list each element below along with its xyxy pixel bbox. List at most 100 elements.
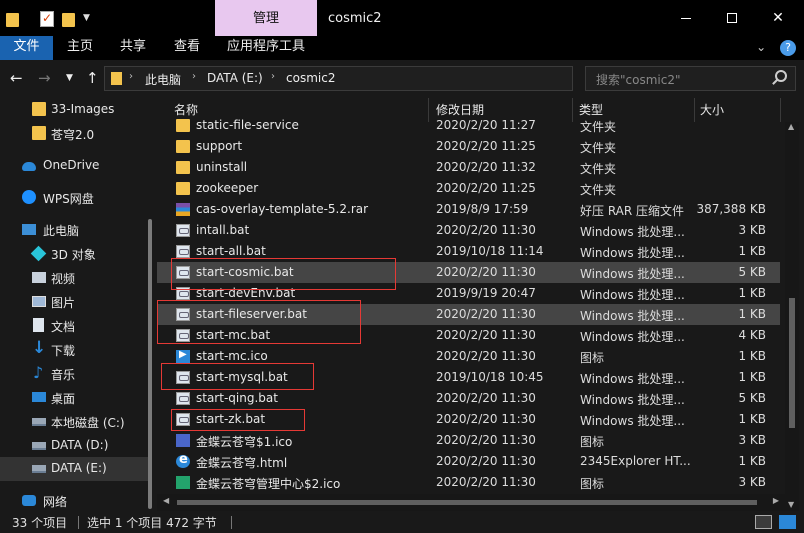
file-row[interactable]: start-mc.ico 2020/2/20 11:30 图标 1 KB: [157, 346, 780, 367]
file-date: 2020/2/20 11:27: [436, 118, 536, 132]
batch-file-icon: [176, 266, 190, 279]
file-row[interactable]: start-mysql.bat 2019/10/18 10:45 Windows 批…: [157, 367, 780, 388]
file-row[interactable]: 金蝶云苍穹管理中心$2.ico 2020/2/20 11:30 图标 3 KB: [157, 472, 780, 493]
sidebar-item-drive-c[interactable]: 本地磁盘 (C:): [0, 410, 148, 434]
file-row[interactable]: 金蝶云苍穹.html 2020/2/20 11:30 2345Explorer HT…: [157, 451, 780, 472]
file-name: start-fileserver.bat: [196, 307, 307, 321]
file-row[interactable]: support 2020/2/20 11:25 文件夹: [157, 136, 780, 157]
sidebar-item-33-images[interactable]: 33-Images: [0, 98, 148, 122]
properties-icon[interactable]: [40, 11, 54, 27]
sidebar-item-videos[interactable]: 视频: [0, 266, 148, 290]
file-row[interactable]: start-cosmic.bat 2020/2/20 11:30 Windows 批…: [157, 262, 780, 283]
forward-button[interactable]: →: [38, 69, 51, 87]
sidebar-item-desktop[interactable]: 桌面: [0, 386, 148, 410]
sidebar-item-pictures[interactable]: 图片: [0, 290, 148, 314]
details-view-icon[interactable]: [755, 515, 772, 529]
search-box[interactable]: 搜索"cosmic2": [585, 66, 796, 91]
ribbon-tabs: 文件 主页 共享 查看 应用程序工具 ⌄ ?: [0, 36, 804, 60]
sidebar-item-label: 33-Images: [51, 102, 115, 116]
file-row[interactable]: start-fileserver.bat 2020/2/20 11:30 Windo…: [157, 304, 780, 325]
file-name: static-file-service: [196, 118, 299, 132]
file-list: ^ 名称 修改日期 类型 大小 static-file-service 2020/…: [157, 98, 804, 511]
scroll-right-icon[interactable]: ▶: [773, 496, 779, 505]
file-row[interactable]: intall.bat 2020/2/20 11:30 Windows 批处理... 3…: [157, 220, 780, 241]
search-input[interactable]: 搜索"cosmic2": [596, 71, 681, 88]
sidebar-item-network[interactable]: 网络: [0, 489, 148, 513]
file-date: 2020/2/20 11:30: [436, 223, 536, 237]
folder-icon: [111, 72, 122, 85]
drive-icon: [32, 442, 46, 450]
new-folder-icon[interactable]: [62, 11, 76, 27]
file-row[interactable]: zookeeper 2020/2/20 11:25 文件夹: [157, 178, 780, 199]
sidebar-item-downloads[interactable]: 下载: [0, 338, 148, 362]
sidebar-item-onedrive[interactable]: OneDrive: [0, 154, 148, 178]
sidebar-item-music[interactable]: 音乐: [0, 362, 148, 386]
file-size: 1 KB: [738, 244, 766, 258]
file-type: 文件夹: [580, 183, 617, 197]
tab-share[interactable]: 共享: [108, 36, 158, 60]
file-row[interactable]: start-qing.bat 2020/2/20 11:30 Windows 批处理…: [157, 388, 780, 409]
breadcrumb-data-e[interactable]: DATA (E:): [207, 71, 263, 85]
scroll-up-icon[interactable]: ▲: [788, 122, 794, 131]
help-icon[interactable]: ?: [780, 40, 796, 56]
file-row[interactable]: start-mc.bat 2020/2/20 11:30 Windows 批处理..…: [157, 325, 780, 346]
tab-application-tools[interactable]: 应用程序工具: [215, 36, 317, 60]
back-button[interactable]: ←: [10, 69, 23, 87]
sidebar-item-drive-e[interactable]: DATA (E:): [0, 457, 148, 481]
file-size: 3 KB: [738, 223, 766, 237]
address-bar[interactable]: › 此电脑 › DATA (E:) › cosmic2 ⌄ ↻: [104, 66, 668, 91]
file-row[interactable]: static-file-service 2020/2/20 11:27 文件夹: [157, 115, 780, 136]
scrollbar-thumb[interactable]: [177, 500, 757, 505]
minimize-button[interactable]: [663, 5, 709, 31]
file-type: Windows 批处理...: [580, 225, 685, 239]
breadcrumb-chevron-icon[interactable]: ›: [192, 71, 196, 82]
file-row[interactable]: cas-overlay-template-5.2.rar 2019/8/9 17:…: [157, 199, 780, 220]
sidebar-item-label: DATA (D:): [51, 438, 109, 452]
tab-home[interactable]: 主页: [56, 36, 104, 60]
column-divider[interactable]: [780, 98, 781, 122]
breadcrumb-cosmic2[interactable]: cosmic2: [286, 71, 335, 85]
search-icon[interactable]: [775, 70, 787, 82]
tab-view[interactable]: 查看: [162, 36, 212, 60]
file-type: 2345Explorer HT...: [580, 454, 690, 468]
sidebar-item-documents[interactable]: 文档: [0, 314, 148, 338]
scroll-down-icon[interactable]: ▼: [788, 500, 794, 509]
tab-file[interactable]: 文件: [0, 36, 53, 60]
quick-access-dropdown-icon[interactable]: ▼: [83, 13, 90, 23]
3d-objects-icon: [30, 245, 47, 262]
folder-icon: [176, 119, 190, 132]
breadcrumb-chevron-icon[interactable]: ›: [271, 71, 275, 82]
sidebar-item-drive-d[interactable]: DATA (D:): [0, 434, 148, 458]
kingdee-admin-icon: [176, 476, 190, 489]
file-row[interactable]: uninstall 2020/2/20 11:32 文件夹: [157, 157, 780, 178]
file-name: start-mc.ico: [196, 349, 268, 363]
expand-ribbon-icon[interactable]: ⌄: [756, 40, 766, 54]
sidebar-item-cangqiong[interactable]: 苍穹2.0: [0, 122, 148, 146]
vertical-scrollbar[interactable]: ▲ ▼: [785, 122, 799, 511]
recent-locations-icon[interactable]: ▼: [66, 73, 73, 83]
file-row[interactable]: start-devEnv.bat 2019/9/19 20:47 Windows 批…: [157, 283, 780, 304]
breadcrumb-this-pc[interactable]: 此电脑: [145, 71, 181, 88]
sidebar-item-label: WPS网盘: [43, 192, 94, 206]
file-name: start-mysql.bat: [196, 370, 288, 384]
scroll-left-icon[interactable]: ◀: [163, 496, 169, 505]
file-type: 图标: [580, 477, 605, 491]
maximize-button[interactable]: [709, 5, 755, 31]
breadcrumb-chevron-icon[interactable]: ›: [129, 71, 133, 82]
folder-icon: [176, 161, 190, 174]
file-date: 2020/2/20 11:25: [436, 139, 536, 153]
up-button[interactable]: ↑: [86, 69, 99, 87]
large-icons-view-icon[interactable]: [779, 515, 796, 529]
file-row[interactable]: start-all.bat 2019/10/18 11:14 Windows 批处理…: [157, 241, 780, 262]
file-row[interactable]: start-zk.bat 2020/2/20 11:30 Windows 批处理..…: [157, 409, 780, 430]
file-date: 2019/9/19 20:47: [436, 286, 536, 300]
sidebar-item-3d-objects[interactable]: 3D 对象: [0, 242, 148, 266]
horizontal-scrollbar[interactable]: ◀ ▶: [157, 494, 785, 511]
close-button[interactable]: ✕: [755, 5, 801, 31]
file-row[interactable]: 金蝶云苍穹$1.ico 2020/2/20 11:30 图标 3 KB: [157, 430, 780, 451]
tab-manage[interactable]: 管理: [215, 0, 317, 36]
scrollbar-thumb[interactable]: [789, 298, 795, 428]
sidebar-scrollbar[interactable]: [148, 219, 152, 509]
sidebar-item-this-pc[interactable]: 此电脑: [0, 218, 148, 242]
sidebar-item-wps[interactable]: WPS网盘: [0, 186, 148, 210]
